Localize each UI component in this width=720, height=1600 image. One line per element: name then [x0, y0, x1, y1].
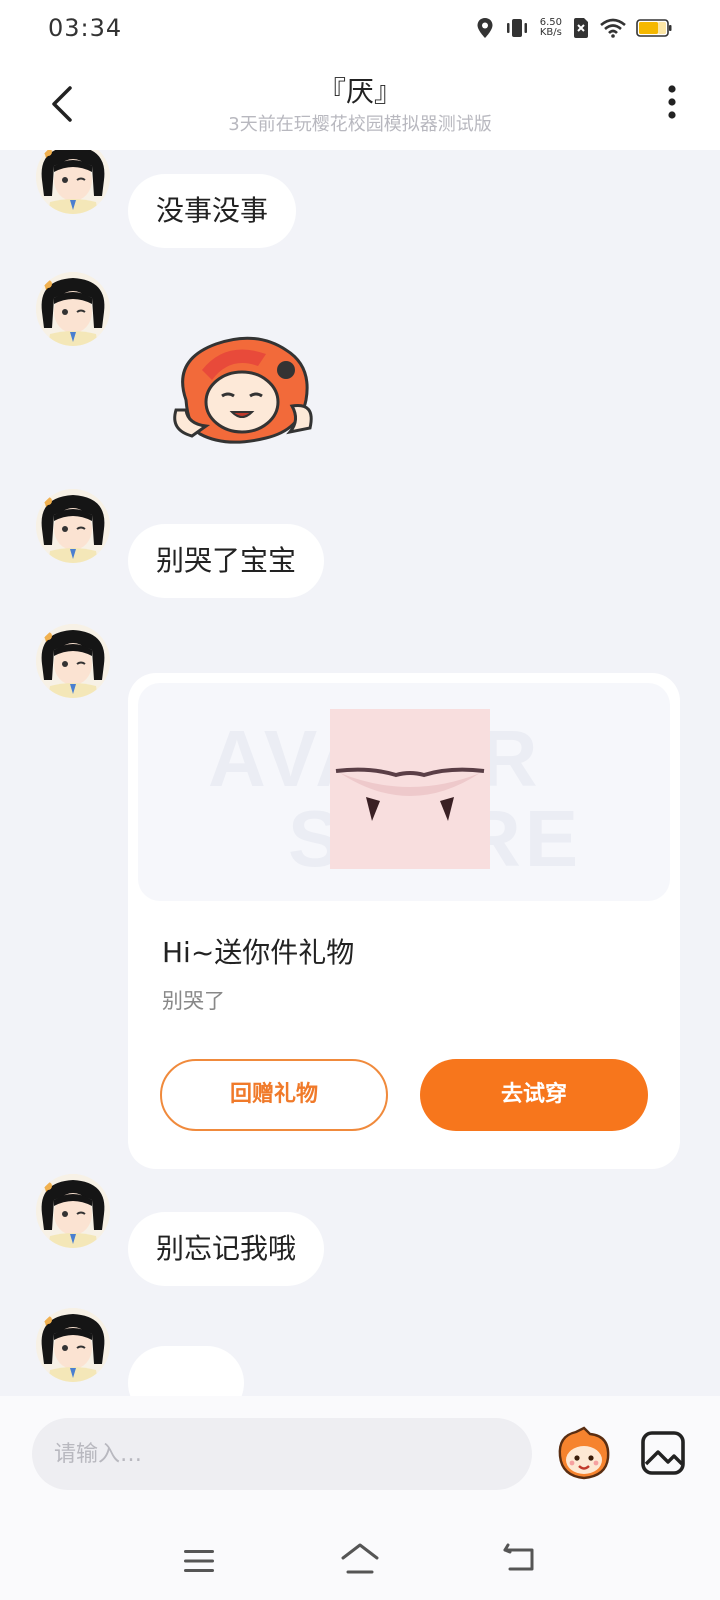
chat-messages[interactable]: 没事没事 别哭了宝宝 Hi~送你件礼物 别哭了 回赠礼物 去试穿 别忘记我哦	[0, 150, 720, 1396]
net-speed: 6.50 KB/s	[540, 18, 562, 38]
gift-title: Hi~送你件礼物	[162, 936, 355, 969]
wifi-icon	[600, 18, 626, 38]
message-bubble[interactable]: 别忘记我哦	[128, 1212, 325, 1286]
avatar[interactable]	[36, 1308, 110, 1382]
try-on-button[interactable]: 去试穿	[420, 1059, 648, 1131]
sticker-character-icon[interactable]	[166, 330, 322, 450]
location-icon	[477, 18, 493, 38]
image-icon[interactable]	[640, 1430, 686, 1476]
chat-title: 『厌』	[317, 75, 402, 108]
message-input[interactable]	[32, 1418, 532, 1490]
status-bar: 03:34 6.50 KB/s	[0, 0, 720, 56]
avatar-image	[36, 624, 110, 698]
avatar[interactable]	[36, 489, 110, 563]
fang-mouth-icon	[330, 709, 490, 869]
avatar-image	[36, 489, 110, 563]
chat-subtitle: 3天前在玩樱花校园模拟器测试版	[228, 114, 492, 135]
avatar-image	[36, 150, 110, 214]
avatar[interactable]	[36, 1174, 110, 1248]
input-bar	[0, 1396, 720, 1506]
back-nav-icon[interactable]	[502, 1542, 536, 1572]
status-icons: 6.50 KB/s	[476, 17, 672, 39]
message-bubble[interactable]: 没事没事	[128, 174, 297, 248]
avatar-image	[36, 272, 110, 346]
avatar[interactable]	[36, 150, 110, 214]
avatar[interactable]	[36, 272, 110, 346]
gift-card[interactable]: AVATAR STORE Hi~送你件礼物 别哭了 回赠礼物 去试穿	[128, 673, 680, 1169]
chat-header: 『厌』 3天前在玩樱花校园模拟器测试版	[0, 56, 720, 150]
no-sim-icon	[574, 18, 588, 38]
mascot-emoji-icon[interactable]	[554, 1426, 614, 1482]
battery-icon	[636, 19, 672, 37]
home-icon[interactable]	[340, 1542, 380, 1576]
avatar[interactable]	[36, 624, 110, 698]
return-gift-button[interactable]: 回赠礼物	[160, 1059, 388, 1131]
avatar-image	[36, 1308, 110, 1382]
system-nav-bar	[0, 1506, 720, 1600]
gift-preview[interactable]: AVATAR STORE	[138, 683, 670, 901]
message-bubble[interactable]: 别哭了宝宝	[128, 524, 325, 598]
avatar-image	[36, 1174, 110, 1248]
net-speed-unit: KB/s	[539, 27, 562, 38]
more-options-button[interactable]	[662, 84, 682, 124]
menu-icon[interactable]	[182, 1548, 216, 1574]
gift-message: 别哭了	[162, 989, 225, 1013]
message-bubble[interactable]	[128, 1346, 244, 1396]
status-time: 03:34	[48, 14, 123, 42]
vibrate-icon	[506, 19, 527, 37]
